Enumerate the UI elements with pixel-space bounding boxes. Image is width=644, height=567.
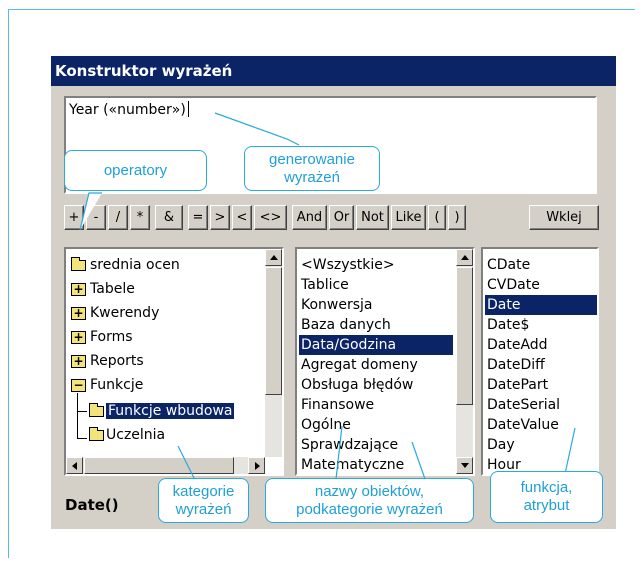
operator-divide-button[interactable]: /: [108, 205, 128, 230]
scroll-thumb[interactable]: [84, 457, 234, 474]
category-item[interactable]: Tablice: [299, 275, 351, 295]
callout-label-line1: funkcja,: [520, 479, 573, 496]
expression-builder-dialog: Konstruktor wyrażeń Year («number») + - …: [51, 56, 616, 529]
operator-and-button[interactable]: And: [292, 205, 327, 230]
dialog-title: Konstruktor wyrażeń: [51, 56, 616, 86]
operator-or-button[interactable]: Or: [329, 205, 354, 230]
tree-item-forms[interactable]: + Forms: [68, 327, 133, 347]
callout-label: operatory: [103, 162, 168, 179]
callout-generowanie: generowanie wyrażeń: [244, 146, 380, 191]
category-item[interactable]: Konwersja: [299, 295, 375, 315]
function-item[interactable]: CDate: [485, 255, 597, 275]
tree-item-kwerendy[interactable]: + Kwerendy: [68, 303, 159, 323]
category-item[interactable]: Baza danych: [299, 315, 393, 335]
category-item[interactable]: Ogólne: [299, 415, 353, 435]
scroll-up-button[interactable]: [456, 249, 473, 266]
function-item-selected[interactable]: Date: [485, 295, 597, 315]
expand-folder-icon: +: [71, 331, 86, 344]
tree-item-label: Tabele: [90, 281, 135, 297]
function-item[interactable]: CVDate: [485, 275, 597, 295]
tree-item-uczelnia[interactable]: Uczelnia: [88, 425, 165, 445]
operator-less-button[interactable]: <: [232, 205, 252, 230]
scroll-up-button[interactable]: [265, 249, 282, 266]
operator-open-paren-button[interactable]: (: [428, 205, 446, 230]
tree-connector: [77, 438, 87, 439]
tree-item-srednia-ocen[interactable]: srednia ocen: [68, 255, 180, 275]
status-expression: Date(): [65, 496, 119, 514]
operator-multiply-button[interactable]: *: [130, 205, 150, 230]
callout-label-line2: wyrażeń: [284, 169, 340, 186]
text-caret: [187, 101, 189, 117]
operator-like-button[interactable]: Like: [391, 205, 426, 230]
callout-funkcja: funkcja, atrybut: [490, 471, 603, 523]
function-item[interactable]: DateAdd: [485, 335, 597, 355]
category-item-selected[interactable]: Data/Godzina: [299, 335, 453, 355]
callout-nazwy: nazwy obiektów, podkategorie wyrażeń: [265, 478, 474, 523]
category-item[interactable]: <Wszystkie>: [299, 255, 397, 275]
callout-label-line1: generowanie: [269, 151, 355, 168]
operator-not-equal-button[interactable]: <>: [254, 205, 287, 230]
category-item[interactable]: Obsługa błędów: [299, 375, 415, 395]
callout-label-line2: atrybut: [523, 497, 570, 514]
open-folder-icon: [89, 403, 104, 417]
tree-item-reports[interactable]: + Reports: [68, 351, 144, 371]
callout-kategorie: kategorie wyrażeń: [158, 478, 249, 523]
callout-label-line2: wyrażeń: [175, 501, 232, 518]
object-tree[interactable]: srednia ocen + Tabele + Kwerendy + Forms…: [64, 247, 284, 476]
folder-icon: [89, 427, 104, 441]
tree-vertical-scrollbar[interactable]: [265, 249, 282, 457]
tree-item-label: Kwerendy: [90, 305, 160, 321]
tree-item-label: Reports: [90, 353, 144, 369]
expression-text: Year («number»): [69, 101, 189, 118]
expand-folder-icon: +: [71, 307, 86, 320]
tree-item-tabele[interactable]: + Tabele: [68, 279, 135, 299]
category-item[interactable]: Finansowe: [299, 395, 376, 415]
expand-folder-icon: +: [71, 283, 86, 296]
callout-label-line1: kategorie: [172, 483, 235, 500]
category-item[interactable]: Sprawdzające: [299, 435, 400, 455]
tree-item-funkcje-wbudowane[interactable]: Funkcje wbudowa: [88, 401, 235, 421]
scroll-thumb[interactable]: [265, 267, 282, 395]
tree-connector: [77, 393, 78, 439]
paste-button[interactable]: Wklej: [529, 205, 599, 230]
tree-item-label: srednia ocen: [90, 257, 180, 273]
tree-item-funkcje[interactable]: − Funkcje: [68, 375, 143, 395]
category-vertical-scrollbar[interactable]: [456, 249, 473, 474]
callout-label-line1: nazwy obiektów,: [314, 483, 425, 500]
tree-item-label: Funkcje: [90, 377, 144, 393]
callout-operatory: operatory: [64, 150, 207, 191]
operator-concat-button[interactable]: &: [155, 205, 183, 230]
category-item[interactable]: Agregat domeny: [299, 355, 420, 375]
scroll-thumb[interactable]: [456, 267, 473, 405]
operator-greater-button[interactable]: >: [210, 205, 230, 230]
function-item[interactable]: DatePart: [485, 375, 597, 395]
scroll-right-button[interactable]: [248, 457, 265, 474]
category-list[interactable]: <Wszystkie> Tablice Konwersja Baza danyc…: [295, 247, 475, 476]
category-item[interactable]: Matematyczne: [299, 455, 406, 474]
operator-close-paren-button[interactable]: ): [448, 205, 466, 230]
operator-plus-button[interactable]: +: [64, 205, 84, 230]
tree-item-label: Forms: [90, 329, 133, 345]
scroll-down-button[interactable]: [456, 457, 473, 474]
tree-horizontal-scrollbar[interactable]: [66, 457, 265, 474]
function-list[interactable]: CDate CVDate Date Date$ DateAdd DateDiff…: [481, 247, 599, 476]
expand-folder-icon: +: [71, 355, 86, 368]
operator-equals-button[interactable]: =: [188, 205, 208, 230]
collapse-folder-icon: −: [71, 379, 86, 392]
operator-minus-button[interactable]: -: [86, 205, 106, 230]
function-item[interactable]: Date$: [485, 315, 597, 335]
scroll-left-button[interactable]: [66, 457, 83, 474]
function-item[interactable]: Day: [485, 435, 597, 455]
function-item[interactable]: DateDiff: [485, 355, 597, 375]
function-item[interactable]: DateValue: [485, 415, 597, 435]
operator-not-button[interactable]: Not: [356, 205, 389, 230]
callout-label-line2: podkategorie wyrażeń: [296, 501, 443, 518]
folder-icon: [71, 257, 86, 271]
tree-item-label: Funkcje wbudowa: [106, 403, 235, 419]
tree-item-label: Uczelnia: [106, 427, 166, 443]
tree-connector: [77, 411, 87, 412]
function-item[interactable]: DateSerial: [485, 395, 597, 415]
